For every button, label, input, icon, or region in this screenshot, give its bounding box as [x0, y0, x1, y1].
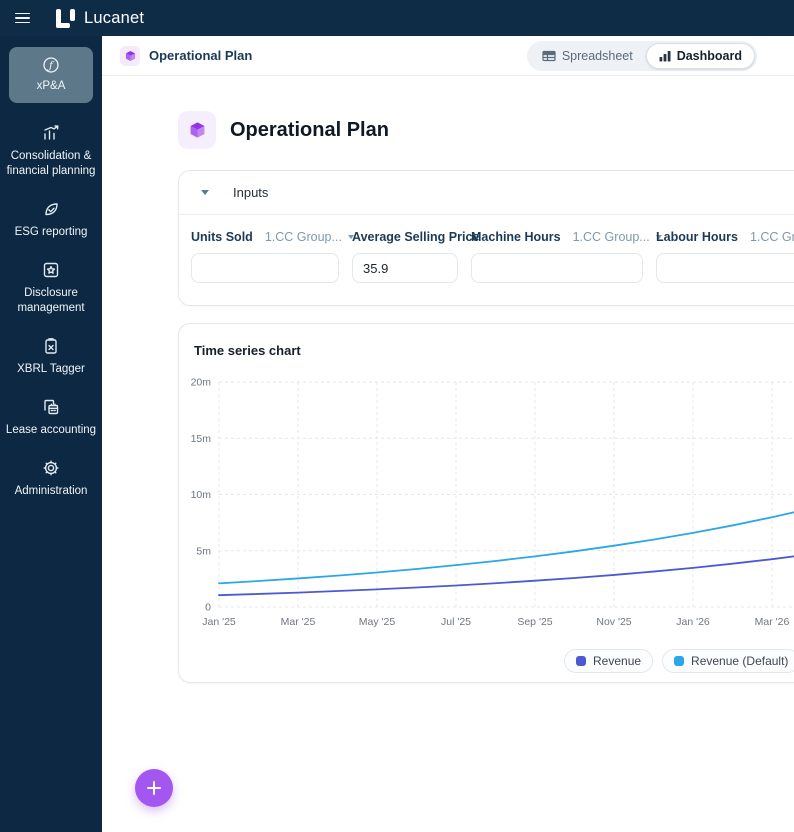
average-selling-price-field: Average Selling Price — [352, 230, 479, 283]
dashboard-icon — [659, 50, 671, 61]
legend-label: Revenue — [593, 654, 642, 668]
svg-text:Jan '25: Jan '25 — [202, 616, 236, 628]
svg-text:May '25: May '25 — [359, 616, 396, 628]
star-square-icon — [43, 262, 59, 278]
svg-text:20m: 20m — [191, 377, 212, 389]
inputs-panel-header[interactable]: Inputs — [179, 171, 794, 214]
main-area: Operational Plan Spreadsheet Dashboard O… — [102, 36, 794, 832]
units-sold-field: Units Sold 1.CC Group... — [191, 230, 354, 283]
lucanet-logo-icon — [56, 8, 75, 28]
cube-icon — [178, 111, 216, 149]
gear-icon — [43, 460, 59, 476]
average-selling-price-input[interactable] — [352, 253, 458, 283]
cube-icon — [120, 45, 140, 66]
sidebar-item-label: Consolidation & financial planning — [6, 150, 96, 177]
sidebar-item-label: ESG reporting — [14, 225, 88, 238]
scope-dropdown[interactable]: 1.CC Group... — [750, 230, 794, 244]
machine-hours-input[interactable] — [471, 253, 643, 283]
sidebar-item-xpa[interactable]: ƒ xP&A — [9, 47, 93, 103]
clipboard-x-icon — [45, 337, 57, 354]
labour-hours-input[interactable] — [656, 253, 794, 283]
svg-text:Nov '25: Nov '25 — [596, 616, 631, 628]
svg-text:0: 0 — [205, 602, 211, 614]
page-header: Operational Plan — [178, 111, 794, 149]
leaf-check-icon — [45, 203, 58, 216]
dashboard-toggle-button[interactable]: Dashboard — [645, 42, 755, 69]
spreadsheet-icon — [542, 50, 556, 61]
revenue-series-swatch — [576, 656, 586, 666]
svg-text:Mar '25: Mar '25 — [281, 616, 316, 628]
brand-name: Lucanet — [84, 8, 145, 27]
sidebar-item-label: Administration — [14, 484, 88, 497]
breadcrumb-label: Operational Plan — [149, 48, 253, 63]
legend-label: Revenue (Default) — [691, 654, 789, 668]
field-label: Labour Hours — [656, 230, 738, 244]
sidebar-item-consolidation[interactable]: Consolidation & financial planning — [0, 124, 102, 179]
field-label: Machine Hours — [471, 230, 561, 244]
chart-plot-area: 0 5m 10m 15m 20m Jan '25 Mar '25 May '25 Jul '25… — [179, 364, 794, 641]
sidebar-item-administration[interactable]: Administration — [0, 459, 102, 499]
field-label: Average Selling Price — [352, 230, 480, 244]
svg-text:ƒ: ƒ — [47, 60, 55, 72]
sidebar-item-label: Lease accounting — [5, 423, 97, 436]
revenue-default-series-swatch — [674, 656, 685, 666]
chevron-down-icon — [201, 190, 209, 195]
sidebar-item-xbrl[interactable]: XBRL Tagger — [0, 337, 102, 377]
chart-title: Time series chart — [194, 343, 301, 358]
building-calendar-icon — [44, 399, 59, 414]
top-bar: Lucanet — [0, 0, 794, 36]
scope-dropdown[interactable]: 1.CC Group... — [265, 230, 354, 244]
sidebar-item-label: Disclosure management — [17, 286, 85, 314]
inputs-panel-title: Inputs — [233, 185, 269, 200]
toggle-label: Spreadsheet — [561, 48, 633, 63]
svg-text:10m: 10m — [191, 489, 212, 501]
sidebar-item-label: XBRL Tagger — [17, 362, 85, 375]
sidebar-nav: ƒ xP&A Consolidation & financial plannin… — [0, 36, 102, 832]
time-series-chart-card: Time series chart 0 5m 10m 15m 20m Jan '25 Mar… — [178, 323, 794, 683]
sidebar-item-lease[interactable]: Lease accounting — [0, 398, 102, 438]
app-window: Lucanet ƒ xP&A Consolidation & financial… — [0, 0, 794, 832]
time-series-chart: 0 5m 10m 15m 20m Jan '25 Mar '25 May '25 Jul '25… — [191, 377, 794, 628]
page-title: Operational Plan — [230, 118, 389, 141]
hamburger-menu-icon[interactable] — [15, 12, 30, 24]
units-sold-input[interactable] — [191, 253, 339, 283]
page-content: Operational Plan Inputs Units Sold 1.CC … — [102, 111, 794, 683]
function-icon: ƒ — [43, 57, 59, 73]
svg-text:Jul '25: Jul '25 — [441, 616, 471, 628]
spreadsheet-toggle-button[interactable]: Spreadsheet — [529, 43, 646, 69]
sidebar-item-esg[interactable]: ESG reporting — [0, 200, 102, 240]
field-label: Units Sold — [191, 230, 253, 244]
input-fields-row: Units Sold 1.CC Group... Average Selling… — [179, 215, 794, 305]
view-toggle: Spreadsheet Dashboard — [526, 40, 757, 71]
legend-item-revenue-default[interactable]: Revenue (Default) — [662, 649, 794, 673]
add-button[interactable] — [135, 769, 173, 807]
sidebar-item-label: xP&A — [36, 80, 66, 93]
legend-item-revenue[interactable]: Revenue — [564, 649, 654, 673]
svg-text:15m: 15m — [191, 433, 212, 445]
svg-text:5m: 5m — [196, 545, 211, 557]
sidebar-item-disclosure[interactable]: Disclosure management — [0, 261, 102, 316]
svg-text:Mar '26: Mar '26 — [755, 616, 790, 628]
toggle-label: Dashboard — [676, 48, 742, 63]
bar-chart-trend-icon — [44, 125, 59, 140]
svg-text:Jan '26: Jan '26 — [676, 616, 710, 628]
labour-hours-field: Labour Hours 1.CC Group... — [656, 230, 794, 283]
scope-dropdown[interactable]: 1.CC Group... — [573, 230, 662, 244]
breadcrumb[interactable]: Operational Plan — [120, 45, 253, 66]
toolbar: Operational Plan Spreadsheet Dashboard — [102, 36, 794, 76]
svg-text:Sep '25: Sep '25 — [517, 616, 552, 628]
inputs-panel: Inputs Units Sold 1.CC Group... Average … — [178, 170, 794, 306]
chart-legend: Revenue Revenue (Default) — [564, 649, 794, 673]
machine-hours-field: Machine Hours 1.CC Group... — [471, 230, 662, 283]
